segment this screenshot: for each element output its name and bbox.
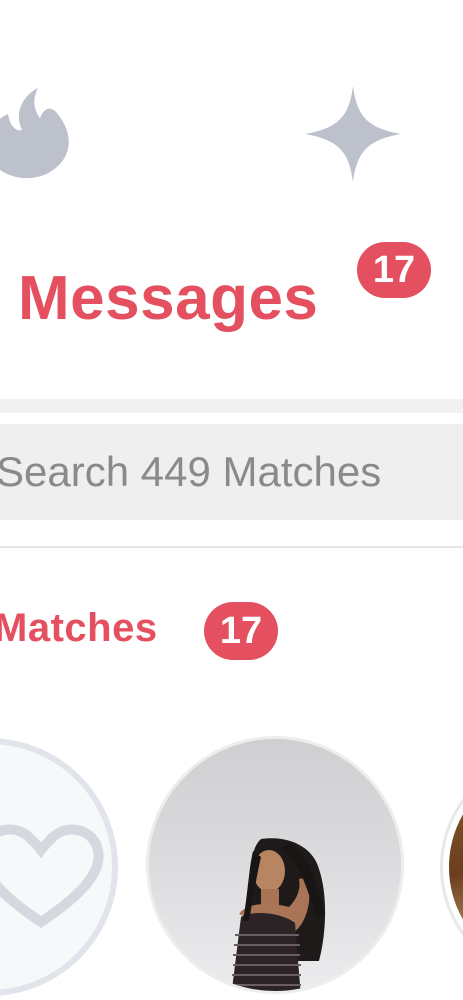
flame-icon[interactable]: [0, 86, 74, 178]
new-matches-badge: 17: [204, 602, 278, 660]
matches-section-title: Matches: [0, 606, 158, 650]
profile-photo: [449, 761, 463, 973]
heart-icon: [0, 824, 104, 929]
page-title: Messages: [18, 264, 319, 333]
unread-messages-badge: 17: [357, 242, 431, 298]
messages-screen: Messages 17 Matches 17: [0, 0, 463, 1000]
profile-photo: [231, 838, 326, 991]
match-avatar[interactable]: [440, 752, 463, 982]
sparkle-icon[interactable]: [305, 86, 401, 182]
search-bar[interactable]: [0, 424, 463, 520]
match-avatar[interactable]: [146, 736, 404, 994]
search-top-band: [0, 399, 463, 413]
likes-you-avatar[interactable]: [0, 738, 118, 996]
search-input[interactable]: [0, 424, 459, 520]
divider: [0, 546, 463, 548]
